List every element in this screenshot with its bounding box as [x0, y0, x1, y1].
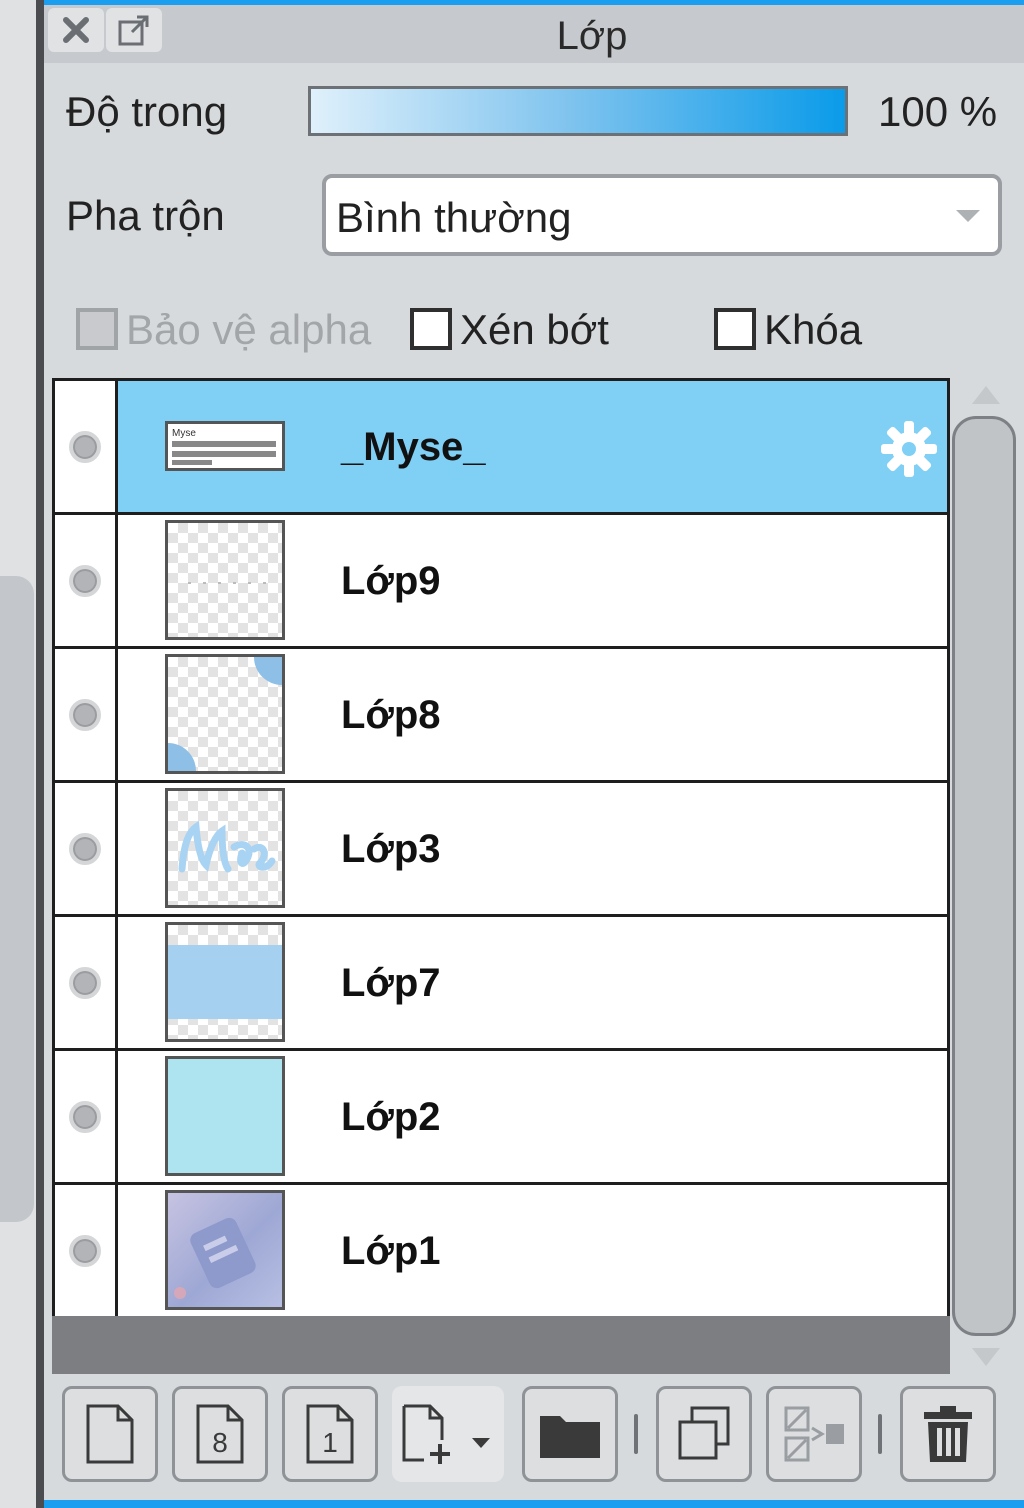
panel-border: [36, 0, 44, 1508]
layer-name: _Myse_: [341, 425, 486, 469]
blend-mode-select[interactable]: Bình thường: [322, 174, 1002, 256]
panel-title: Lớp: [556, 14, 628, 58]
merge-down-icon: [784, 1406, 844, 1462]
scrollbar-thumb[interactable]: [952, 416, 1016, 1336]
blend-mode-value: Bình thường: [336, 194, 572, 241]
layer-name: Lớp9: [341, 559, 441, 603]
trash-icon: [924, 1406, 972, 1462]
layer-row-3[interactable]: Lớp3: [55, 783, 947, 917]
scroll-up-arrow[interactable]: [972, 386, 1000, 404]
layer-thumbnail: [165, 520, 285, 640]
visibility-toggle[interactable]: [55, 381, 118, 512]
svg-text:8: 8: [212, 1427, 228, 1458]
new-8bit-layer-button[interactable]: 8: [172, 1386, 268, 1482]
layer-name: Lớp8: [341, 693, 441, 737]
panel-bottom-accent: [44, 1500, 1024, 1508]
panel-titlebar: Lớp: [44, 5, 1024, 63]
visibility-icon: [69, 833, 101, 865]
toolbar-separator: [878, 1414, 882, 1454]
clip-checkbox[interactable]: [410, 308, 452, 350]
layer-thumbnail: [165, 654, 285, 774]
layer-row-myse[interactable]: Myse _Myse_: [55, 381, 947, 515]
new-page-icon: [86, 1404, 134, 1464]
opacity-slider[interactable]: [308, 86, 848, 136]
visibility-icon: [69, 1101, 101, 1133]
side-panel-tab[interactable]: [0, 576, 34, 1222]
visibility-toggle[interactable]: [55, 1051, 118, 1182]
duplicate-icon: [678, 1406, 730, 1460]
thumbnail-text: Myse: [172, 428, 196, 439]
new-8bit-layer-icon: 8: [196, 1404, 244, 1464]
scroll-down-arrow[interactable]: [972, 1348, 1000, 1366]
visibility-icon: [69, 565, 101, 597]
merge-down-button[interactable]: [766, 1386, 862, 1482]
toolbar-separator: [634, 1414, 638, 1454]
add-layer-dropdown-icon: [402, 1404, 490, 1464]
layer-panel: Lớp Độ trong 100 % Pha trộn Bình thường …: [44, 0, 1024, 1508]
protect-alpha-checkbox[interactable]: [76, 308, 118, 350]
layer-thumbnail: [165, 1190, 285, 1310]
folder-icon: [540, 1416, 600, 1458]
add-layer-menu-button[interactable]: [392, 1386, 504, 1482]
layer-row-7[interactable]: Lớp7: [55, 917, 947, 1051]
gear-icon[interactable]: [877, 417, 941, 481]
delete-layer-button[interactable]: [900, 1386, 996, 1482]
visibility-icon: [69, 699, 101, 731]
duplicate-layer-button[interactable]: [656, 1386, 752, 1482]
visibility-icon: [69, 967, 101, 999]
blend-mode-label: Pha trộn: [66, 192, 225, 239]
visibility-toggle[interactable]: [55, 515, 118, 646]
visibility-toggle[interactable]: [55, 783, 118, 914]
visibility-toggle[interactable]: [55, 1185, 118, 1316]
opacity-label: Độ trong: [66, 88, 228, 135]
layer-thumbnail: [165, 1056, 285, 1176]
chevron-down-icon: [956, 210, 980, 222]
layer-row-2[interactable]: Lớp2: [55, 1051, 947, 1185]
lock-checkbox[interactable]: [714, 308, 756, 350]
visibility-toggle[interactable]: [55, 917, 118, 1048]
layer-name: Lớp1: [341, 1229, 441, 1273]
new-1bit-layer-button[interactable]: 1: [282, 1386, 378, 1482]
layer-name: Lớp3: [341, 827, 441, 871]
layer-row-8[interactable]: Lớp8: [55, 649, 947, 783]
opacity-value: 100 %: [878, 88, 998, 135]
new-1bit-layer-icon: 1: [306, 1404, 354, 1464]
visibility-icon: [69, 1235, 101, 1267]
visibility-icon: [69, 431, 101, 463]
layer-row-9[interactable]: Lớp9: [55, 515, 947, 649]
new-folder-button[interactable]: [522, 1386, 618, 1482]
lock-label: Khóa: [764, 306, 863, 353]
new-layer-button[interactable]: [62, 1386, 158, 1482]
clip-label: Xén bớt: [460, 306, 609, 353]
layer-name: Lớp7: [341, 961, 441, 1005]
layer-list-empty-area: [52, 1316, 950, 1374]
svg-text:1: 1: [322, 1427, 338, 1458]
layer-list: Myse _Myse_ Lớp9 Lớp8 Lớp3 Lớp7 Lớp2 Lớp…: [52, 378, 950, 1319]
visibility-toggle[interactable]: [55, 649, 118, 780]
layer-thumbnail: [165, 788, 285, 908]
layer-thumbnail: Myse: [165, 421, 285, 471]
layer-row-1[interactable]: Lớp1: [55, 1185, 947, 1319]
layer-thumbnail: [165, 922, 285, 1042]
layer-name: Lớp2: [341, 1095, 441, 1139]
protect-alpha-label: Bảo vệ alpha: [126, 306, 372, 353]
